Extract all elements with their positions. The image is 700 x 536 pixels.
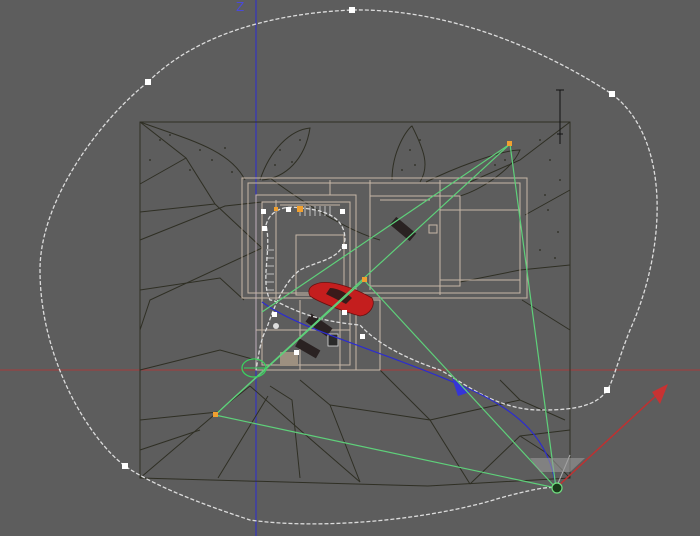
scene-canvas[interactable] bbox=[0, 0, 700, 536]
target-arrow-icon bbox=[452, 378, 470, 396]
camera-target-marker[interactable] bbox=[241, 358, 268, 378]
camera-icon[interactable] bbox=[551, 482, 563, 494]
vegetation-dots bbox=[149, 134, 561, 259]
3d-viewport[interactable]: Z bbox=[0, 0, 700, 536]
move-gizmo[interactable] bbox=[530, 384, 668, 489]
light-marker[interactable] bbox=[556, 89, 564, 144]
spline-vertices[interactable] bbox=[122, 7, 615, 469]
house-outline[interactable] bbox=[241, 177, 528, 371]
gizmo-arrow-icon bbox=[652, 384, 668, 404]
camera-path-spline[interactable] bbox=[39, 9, 658, 525]
